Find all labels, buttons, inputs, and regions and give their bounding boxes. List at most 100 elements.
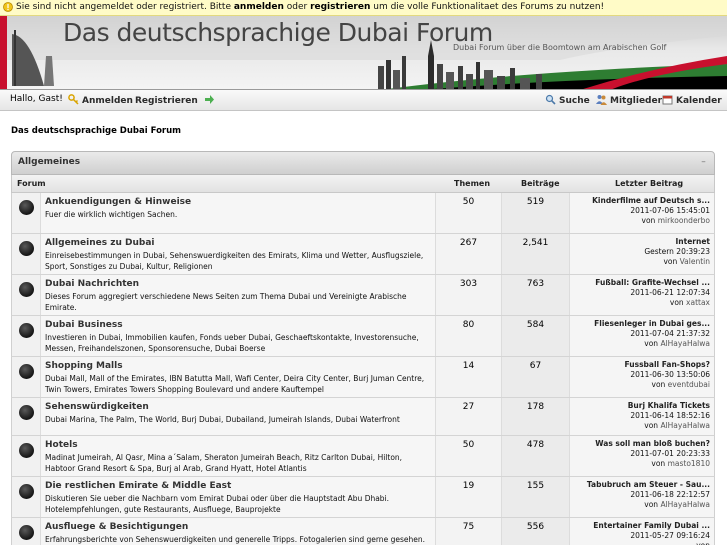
topics-count: 27 (462, 402, 475, 412)
last-post-user-link[interactable]: AlHayaHalwa (660, 500, 710, 509)
last-post-title-link[interactable]: Burj Khalifa Tickets (628, 401, 710, 410)
notice-register-link[interactable]: registrieren (310, 2, 370, 12)
last-post-title-link[interactable]: Internet (675, 237, 710, 246)
last-post-title-link[interactable]: Fliesenleger in Dubai ges... (594, 319, 710, 328)
last-post-by: von (696, 541, 710, 545)
magnifier-icon (545, 94, 556, 105)
forum-info-cell: Sehenswürdigkeiten Dubai Marina, The Palm… (41, 398, 436, 435)
forum-row: Die restlichen Emirate & Middle East Disk… (11, 477, 715, 518)
last-post-author: von Valentin (663, 257, 710, 266)
calendar-label: Kalender (676, 96, 722, 106)
last-post-by: von (651, 380, 666, 389)
last-post-title-link[interactable]: Fussball Fan-Shops? (625, 360, 710, 369)
forum-status-icon (19, 241, 34, 256)
banner-subtitle: Dubai Forum über die Boomtown am Arabisc… (453, 43, 667, 52)
forum-name-link[interactable]: Shopping Malls (45, 361, 123, 371)
forum-name-link[interactable]: Hotels (45, 440, 78, 450)
forum-description: Erfahrungsberichte von Sehenswuerdigkeit… (45, 535, 425, 544)
forum-name-link[interactable]: Allgemeines zu Dubai (45, 238, 155, 248)
topics-count: 303 (459, 279, 478, 289)
last-post-user-link[interactable]: xattax (686, 298, 710, 307)
forum-name-link[interactable]: Dubai Business (45, 320, 123, 330)
forum-row: Hotels Madinat Jumeirah, Al Qasr, Mina a´… (11, 436, 715, 477)
last-post-title-link[interactable]: Fußball: Grafite-Wechsel ... (595, 278, 710, 287)
posts-count: 178 (526, 402, 545, 412)
forum-status-cell (12, 398, 41, 435)
forum-row: Dubai Nachrichten Dieses Forum aggregiert… (11, 275, 715, 316)
register-label: Registrieren (135, 96, 198, 106)
topics-count: 19 (462, 481, 475, 491)
forum-status-icon (19, 525, 34, 540)
last-post-title-link[interactable]: Was soll man bloß buchen? (595, 439, 710, 448)
last-post-user-link[interactable]: eventdubai (668, 380, 710, 389)
guest-notice-bar: Sie sind nicht angemeldet oder registrie… (0, 0, 727, 16)
topics-cell: 50 (436, 436, 502, 476)
last-post-user-link[interactable]: AlHayaHalwa (660, 421, 710, 430)
posts-count: 584 (526, 320, 545, 330)
posts-cell: 178 (502, 398, 570, 435)
forum-row: Sehenswürdigkeiten Dubai Marina, The Palm… (11, 398, 715, 436)
members-label: Mitglieder (610, 96, 663, 106)
forum-description: Investieren in Dubai, Immobilien kaufen,… (45, 333, 419, 353)
last-post-date: 2011-06-18 22:12:57 (630, 490, 710, 499)
topics-cell: 80 (436, 316, 502, 356)
notice-text-2: oder (283, 2, 311, 12)
forum-info-cell: Dubai Business Investieren in Dubai, Immo… (41, 316, 436, 356)
search-label: Suche (559, 96, 590, 106)
last-post-cell: Was soll man bloß buchen? 2011-07-01 20:2… (570, 436, 714, 476)
guest-greeting: Hallo, Gast! (10, 94, 63, 104)
forum-row: Ankuendigungen & Hinweise Fuer die wirkli… (11, 193, 715, 234)
last-post-cell: Entertainer Family Dubai ... 2011-05-27 0… (570, 518, 714, 545)
forum-info-cell: Ausfluege & Besichtigungen Erfahrungsberi… (41, 518, 436, 545)
category-title[interactable]: Allgemeines (18, 157, 80, 167)
last-post-by: von (663, 257, 678, 266)
posts-cell: 2,541 (502, 234, 570, 274)
last-post-title-link[interactable]: Tabubruch am Steuer - Sau... (587, 480, 710, 489)
forum-row: Dubai Business Investieren in Dubai, Immo… (11, 316, 715, 357)
forum-row: Shopping Malls Dubai Mall, Mall of the Em… (11, 357, 715, 398)
last-post-cell: Fussball Fan-Shops? 2011-06-30 13:50:06 vo… (570, 357, 714, 397)
posts-count: 478 (526, 440, 545, 450)
last-post-user-link[interactable]: mirkoonderbo (658, 216, 710, 225)
forum-info-cell: Allgemeines zu Dubai Einreisebestimmungen… (41, 234, 436, 274)
search-link[interactable]: Suche (545, 94, 590, 106)
calendar-link[interactable]: Kalender (662, 94, 722, 106)
last-post-date: 2011-07-04 21:37:32 (630, 329, 710, 338)
last-post-author: von xattax (670, 298, 710, 307)
forum-name-link[interactable]: Die restlichen Emirate & Middle East (45, 481, 231, 491)
breadcrumb[interactable]: Das deutschsprachige Dubai Forum (11, 126, 181, 136)
forum-name-link[interactable]: Ausfluege & Besichtigungen (45, 522, 188, 532)
posts-count: 155 (526, 481, 545, 491)
last-post-date: 2011-07-06 15:45:01 (630, 206, 710, 215)
forum-status-cell (12, 518, 41, 545)
last-post-date: Gestern 20:39:23 (644, 247, 710, 256)
notice-text-3: um die volle Funktionalitaet des Forums … (370, 2, 605, 12)
forum-table-header: Forum Themen Beiträge Letzter Beitrag (11, 175, 715, 193)
last-post-cell: Burj Khalifa Tickets 2011-06-14 18:52:16 v… (570, 398, 714, 435)
register-link[interactable]: Registrieren (135, 94, 215, 106)
login-link[interactable]: Anmelden (68, 94, 133, 106)
last-post-author: von eventdubai (652, 380, 711, 389)
last-post-title-link[interactable]: Kinderfilme auf Deutsch s... (592, 196, 710, 205)
last-post-title-link[interactable]: Entertainer Family Dubai ... (593, 521, 710, 530)
forum-info-cell: Dubai Nachrichten Dieses Forum aggregiert… (41, 275, 436, 315)
last-post-user-link[interactable]: masto1810 (668, 459, 710, 468)
forum-name-link[interactable]: Sehenswürdigkeiten (45, 402, 149, 412)
topics-count: 267 (459, 238, 478, 248)
members-icon (596, 95, 607, 105)
posts-count: 67 (529, 361, 542, 371)
posts-cell: 556 (502, 518, 570, 545)
posts-count: 519 (526, 197, 545, 207)
top-navigation: Hallo, Gast! Anmelden Registrieren Suche… (0, 90, 727, 111)
notice-login-link[interactable]: anmelden (234, 2, 284, 12)
last-post-cell: Internet Gestern 20:39:23 von Valentin (570, 234, 714, 274)
members-link[interactable]: Mitglieder (596, 94, 662, 106)
collapse-toggle-icon[interactable]: – (699, 158, 708, 167)
last-post-user-link[interactable]: AlHayaHalwa (660, 339, 710, 348)
last-post-user-link[interactable]: Valentin (680, 257, 710, 266)
topics-cell: 50 (436, 193, 502, 233)
forum-name-link[interactable]: Ankuendigungen & Hinweise (45, 197, 191, 207)
forum-status-icon (19, 200, 34, 215)
forum-name-link[interactable]: Dubai Nachrichten (45, 279, 139, 289)
last-post-cell: Tabubruch am Steuer - Sau... 2011-06-18 2… (570, 477, 714, 517)
